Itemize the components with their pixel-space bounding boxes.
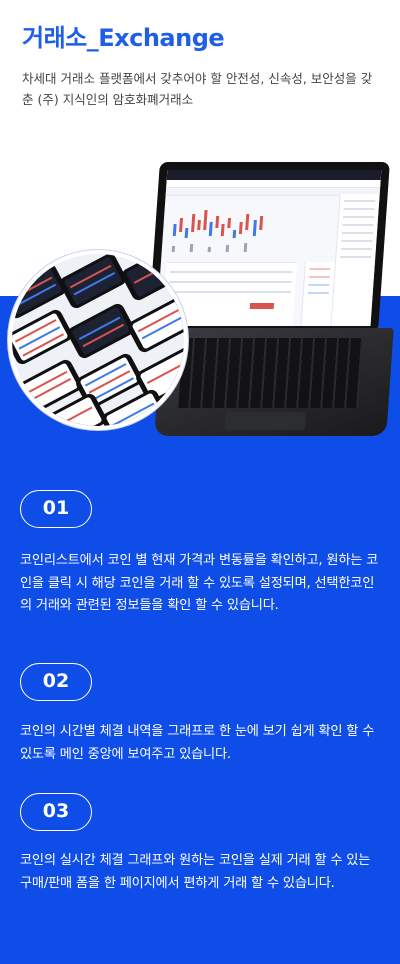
mobile-app-mockup: [8, 250, 188, 430]
exchange-screenshot: [156, 170, 382, 326]
order-book-thumbnail: [300, 262, 335, 326]
feature-number-badge-3: 03: [20, 793, 92, 831]
feature-description-2: 코인의 시간별 체결 내역을 그래프로 한 눈에 보기 쉽게 확인 할 수 있도…: [20, 724, 375, 762]
laptop-screen: [148, 162, 390, 332]
page-title: 거래소_Exchange: [22, 24, 225, 52]
feature-description-1: 코인리스트에서 코인 별 현재 가격과 변동률을 확인하고, 원하는 코인을 클…: [20, 553, 379, 613]
page-description: 차세대 거래소 플랫폼에서 갖추어야 할 안전성, 신속성, 보안성을 갖춘 (…: [22, 71, 373, 107]
laptop-keyboard-base: [154, 328, 394, 436]
feature-number-badge-1: 01: [20, 490, 92, 528]
candle-chart-thumbnail: [171, 210, 264, 252]
exchange-intro-page: 거래소_Exchange 차세대 거래소 플랫폼에서 갖추어야 할 안전성, 신…: [0, 0, 400, 964]
coin-list-thumbnail: [330, 194, 380, 326]
feature-description-3: 코인의 실시간 체결 그래프와 원하는 코인을 실제 거래 할 수 있는 구매/…: [20, 853, 371, 891]
feature-number-badge-2: 02: [20, 663, 92, 701]
